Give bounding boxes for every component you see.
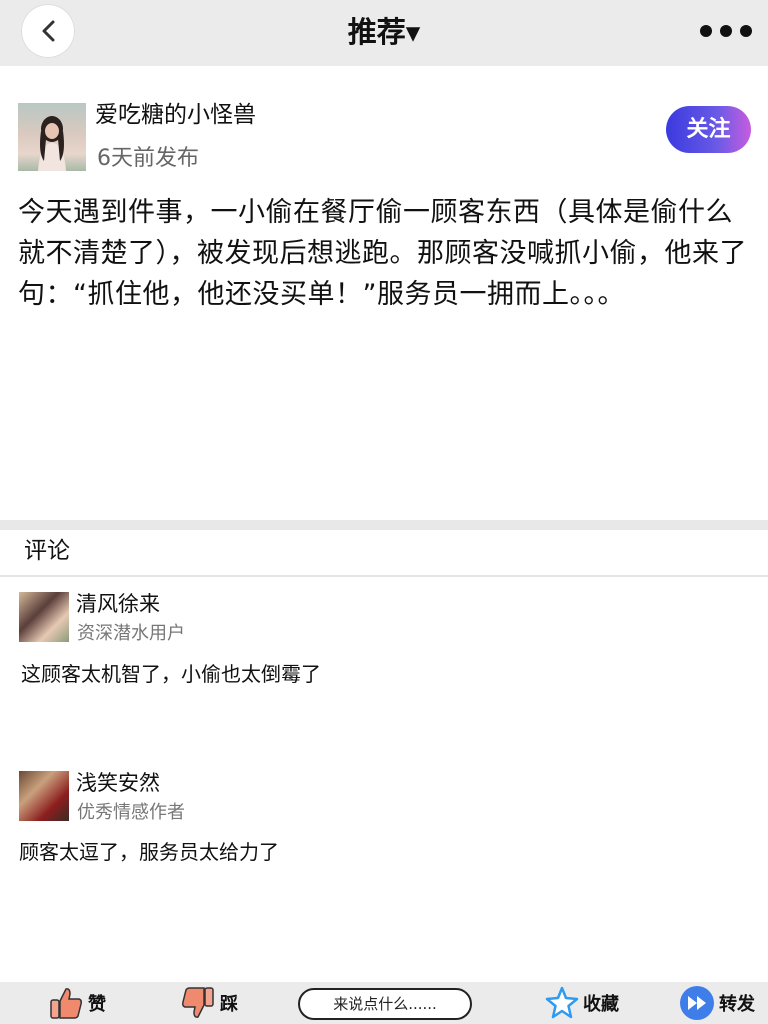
favorite-button[interactable]: 收藏 (545, 982, 619, 1024)
share-button[interactable]: 转发 (679, 982, 755, 1024)
share-label: 转发 (719, 994, 755, 1015)
divider (0, 575, 768, 577)
dislike-label: 踩 (220, 994, 238, 1015)
top-bar: 推荐▾ (0, 0, 768, 66)
dislike-button[interactable]: 踩 (180, 982, 238, 1024)
post-body: 今天遇到件事，一小偷在餐厅偷一顾客东西（具体是偷什么就不清楚了），被发现后想逃跑… (18, 197, 747, 310)
commenter-name[interactable]: 清风徐来 (76, 591, 160, 617)
page-title[interactable]: 推荐▾ (0, 14, 768, 50)
thumbs-down-icon (182, 987, 214, 1018)
star-icon (545, 986, 579, 1019)
comment-input[interactable]: 来说点什么...... (298, 988, 472, 1020)
author-avatar[interactable] (18, 103, 86, 171)
author-name[interactable]: 爱吃糖的小怪兽 (95, 100, 256, 130)
thumbs-up-icon (50, 988, 82, 1019)
comment-text: 顾客太逗了，服务员太给力了 (19, 840, 279, 864)
follow-button[interactable]: 关注 (666, 106, 751, 153)
comments-heading: 评论 (24, 538, 70, 564)
like-label: 赞 (88, 994, 106, 1015)
section-divider (0, 520, 768, 530)
like-button[interactable]: 赞 (48, 982, 106, 1024)
bottom-action-bar: 赞 踩 来说点什么...... 收藏 转发 (0, 982, 768, 1024)
more-button[interactable] (692, 22, 752, 40)
commenter-avatar[interactable] (19, 592, 69, 642)
commenter-name[interactable]: 浅笑安然 (76, 770, 160, 796)
more-dots-icon (700, 25, 712, 37)
commenter-badge: 优秀情感作者 (77, 802, 185, 823)
fast-forward-icon (680, 986, 714, 1020)
favorite-label: 收藏 (583, 994, 619, 1015)
avatar-portrait (38, 116, 66, 171)
post-time: 6天前发布 (97, 146, 199, 171)
commenter-avatar[interactable] (19, 771, 69, 821)
commenter-badge: 资深潜水用户 (77, 623, 185, 644)
comment-text: 这顾客太机智了，小偷也太倒霉了 (21, 662, 321, 686)
